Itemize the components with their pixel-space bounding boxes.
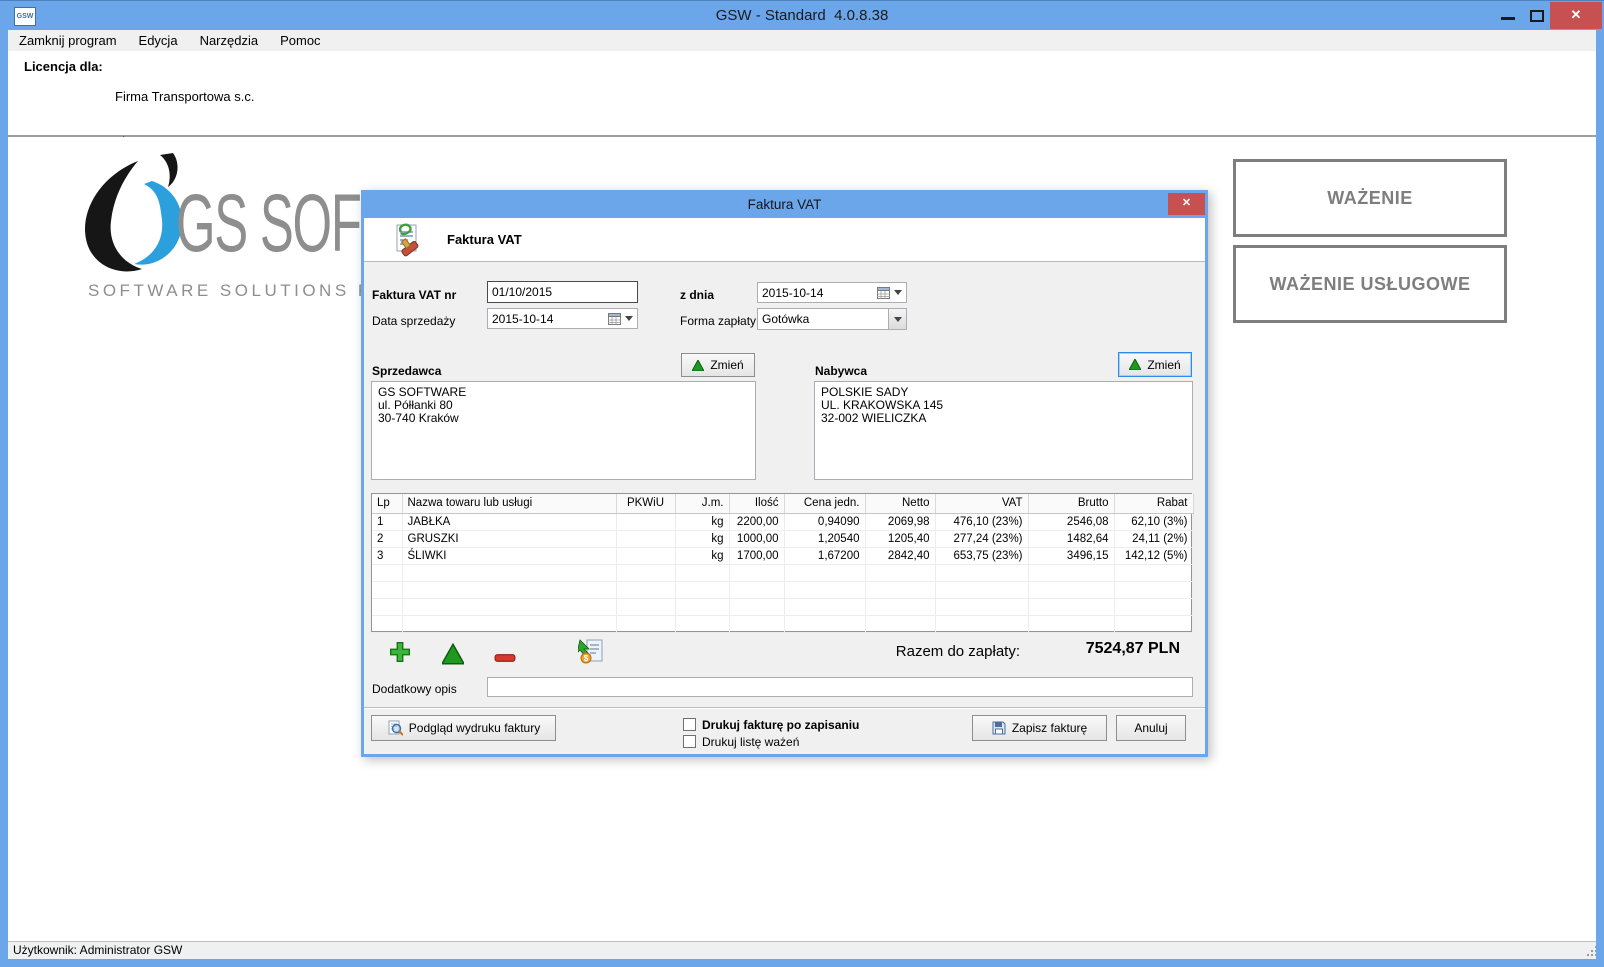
payment-form-value: Gotówka [762,312,888,326]
license-line-1: Firma Transportowa s.c. [115,89,254,104]
edit-item-icon[interactable] [442,643,464,665]
wazenie-button[interactable]: WAŻENIE [1233,159,1507,237]
change-triangle-icon [1129,359,1141,370]
table-row[interactable]: 2GRUSZKI kg1000,001,205401205,40277,24 (… [372,530,1193,547]
buyer-change-label: Zmień [1147,358,1180,372]
remove-item-icon[interactable] [494,647,516,669]
faktura-vat-dialog: Faktura VAT ✕ Faktura VAT Faktura VAT nr [361,190,1208,757]
invoice-no-input[interactable] [487,281,638,303]
column-header[interactable]: J.m. [675,494,729,513]
menubar: Zamknij program Edycja Narzędzia Pomoc [8,30,1596,51]
total-due-label: Razem do zapłaty: [896,643,1020,660]
table-row[interactable]: 1JABŁKA kg2200,000,940902069,98476,10 (2… [372,513,1193,530]
seller-label: Sprzedawca [372,364,441,378]
add-item-icon[interactable] [389,641,411,663]
table-empty-row [372,598,1193,615]
calendar-icon[interactable] [877,287,890,299]
buyer-change-button[interactable]: Zmień [1118,352,1192,377]
seller-change-label: Zmień [710,358,743,372]
statusbar: Użytkownik: Administrator GSW [8,941,1596,959]
payment-form-label: Forma zapłaty [680,314,756,328]
print-preview-button[interactable]: Podgląd wydruku faktury [371,715,556,741]
combo-dropdown-button[interactable] [888,309,906,329]
column-header[interactable]: Ilość [729,494,784,513]
wazenie-uslugowe-button[interactable]: WAŻENIE USŁUGOWE [1233,245,1507,323]
print-preview-label: Podgląd wydruku faktury [409,721,540,735]
seller-change-button[interactable]: Zmień [681,353,755,377]
items-table: LpNazwa towaru lub usługiPKWiUJ.m.IlośćC… [372,494,1194,633]
dropdown-arrow-icon[interactable] [894,290,902,295]
window-border-bottom [0,959,1604,967]
menu-item-narzedzia[interactable]: Narzędzia [189,31,270,51]
cancel-button[interactable]: Anuluj [1116,715,1186,741]
license-label: Licencja dla: [24,59,103,74]
print-preview-icon [387,720,403,736]
dialog-close-icon[interactable]: ✕ [1168,193,1205,215]
dialog-titlebar[interactable]: Faktura VAT ✕ [364,193,1205,218]
table-empty-row [372,581,1193,598]
window-border-right [1596,30,1604,967]
invoice-icon [390,222,424,258]
dropdown-arrow-icon[interactable] [625,316,633,321]
issue-date-value: 2015-10-14 [762,286,877,300]
footer-separator [364,707,1205,709]
statusbar-user-text: Użytkownik: Administrator GSW [13,943,182,957]
column-header[interactable]: Rabat [1114,494,1193,513]
table-empty-row [372,615,1193,632]
dialog-header: Faktura VAT [364,218,1205,262]
notes-label: Dodatkowy opis [372,682,457,696]
table-empty-row [372,564,1193,581]
save-invoice-button[interactable]: Zapisz fakturę [972,715,1107,741]
print-weighings-checkbox-label[interactable]: Drukuj listę ważeń [702,735,799,749]
menu-item-edycja[interactable]: Edycja [128,31,189,51]
titlebar[interactable]: GSW GSW - Standard 4.0.8.38 ✕ [0,0,1604,30]
cancel-label: Anuluj [1134,721,1167,735]
window-title: GSW - Standard 4.0.8.38 [0,1,1604,31]
seller-textbox[interactable]: GS SOFTWARE ul. Półłanki 80 30-740 Krakó… [371,381,756,480]
svg-text:$: $ [584,654,589,663]
save-invoice-label: Zapisz fakturę [1012,721,1087,735]
sale-date-value: 2015-10-14 [492,312,608,326]
menu-item-pomoc[interactable]: Pomoc [269,31,331,51]
save-icon [992,721,1006,735]
close-icon[interactable]: ✕ [1550,2,1602,29]
maximize-icon[interactable] [1530,10,1544,22]
payment-form-combobox[interactable]: Gotówka [757,308,907,330]
buyer-label: Nabywca [815,364,867,378]
column-header[interactable]: PKWiU [616,494,675,513]
column-header[interactable]: Cena jedn. [784,494,865,513]
minimize-icon[interactable] [1501,17,1515,20]
buyer-textbox[interactable]: POLSKIE SADY UL. KRAKOWSKA 145 32-002 WI… [814,381,1193,480]
items-table-head-row: LpNazwa towaru lub usługiPKWiUJ.m.IlośćC… [372,494,1193,513]
items-table-container: LpNazwa towaru lub usługiPKWiUJ.m.IlośćC… [371,493,1192,632]
total-due-value: 7524,87 PLN [1086,640,1180,658]
notes-input[interactable] [487,677,1193,697]
main-window: GSW GSW - Standard 4.0.8.38 ✕ Zamknij pr… [0,0,1604,967]
dropdown-arrow-icon [894,317,902,322]
menu-item-zamknij-program[interactable]: Zamknij program [8,31,128,51]
column-header[interactable]: Nazwa towaru lub usługi [402,494,616,513]
calendar-icon[interactable] [608,313,621,325]
recalculate-icon[interactable]: $ [578,638,604,664]
sale-date-label: Data sprzedaży [372,314,455,328]
print-invoice-checkbox[interactable] [683,718,696,731]
resize-grip[interactable] [1583,946,1593,956]
license-panel: Licencja dla: Firma Transportowa s.c. ul… [8,51,1596,135]
issue-date-label: z dnia [680,288,714,302]
column-header[interactable]: Netto [865,494,935,513]
dialog-header-title: Faktura VAT [447,218,522,262]
column-header[interactable]: Lp [372,494,402,513]
print-invoice-checkbox-label[interactable]: Drukuj fakturę po zapisaniu [702,718,859,732]
dialog-title: Faktura VAT [364,193,1205,217]
invoice-no-label: Faktura VAT nr [372,288,456,302]
window-border-left [0,30,8,967]
column-header[interactable]: VAT [935,494,1028,513]
items-table-body: 1JABŁKA kg2200,000,940902069,98476,10 (2… [372,513,1193,632]
issue-date-picker[interactable]: 2015-10-14 [757,282,907,303]
column-header[interactable]: Brutto [1028,494,1114,513]
print-weighings-checkbox[interactable] [683,735,696,748]
table-row[interactable]: 3ŚLIWKI kg1700,001,672002842,40653,75 (2… [372,547,1193,564]
change-triangle-icon [692,360,704,371]
sale-date-picker[interactable]: 2015-10-14 [487,308,638,329]
